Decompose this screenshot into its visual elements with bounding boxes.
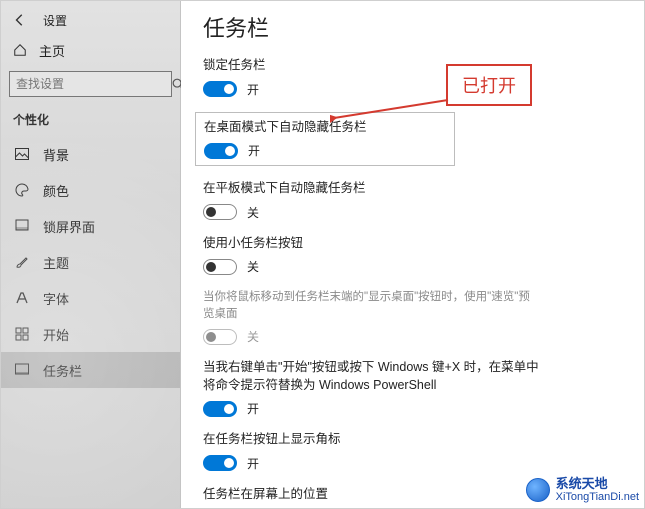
setting-label: 在平板模式下自动隐藏任务栏 — [203, 180, 622, 198]
home-icon — [11, 41, 29, 59]
setting-small-buttons: 使用小任务栏按钮 关 — [203, 235, 622, 276]
watermark-title: 系统天地 — [556, 477, 639, 491]
toggle-state: 关 — [247, 328, 259, 345]
sidebar-item-colors[interactable]: 颜色 — [1, 172, 180, 208]
setting-label: 在任务栏按钮上显示角标 — [203, 431, 622, 449]
toggle-state: 开 — [247, 81, 259, 98]
toggle-small-buttons[interactable] — [203, 259, 237, 275]
setting-badges: 在任务栏按钮上显示角标 开 — [203, 431, 622, 472]
sidebar-item-label: 锁屏界面 — [43, 217, 95, 236]
toggle-state: 关 — [247, 204, 259, 221]
toggle-badges[interactable] — [203, 455, 237, 471]
lockscreen-icon — [13, 217, 31, 235]
sidebar-item-fonts[interactable]: 字体 — [1, 280, 180, 316]
home-label: 主页 — [39, 41, 65, 60]
setting-label: 使用小任务栏按钮 — [203, 235, 622, 253]
toggle-autohide-desktop[interactable] — [204, 143, 238, 159]
category-header: 个性化 — [1, 107, 180, 136]
setting-label: 在桌面模式下自动隐藏任务栏 — [204, 119, 446, 137]
watermark-url: XiTongTianDi.net — [556, 491, 639, 503]
sidebar-item-taskbar[interactable]: 任务栏 — [1, 352, 180, 388]
home-row[interactable]: 主页 — [1, 35, 180, 65]
palette-icon — [13, 181, 31, 199]
image-icon — [13, 145, 31, 163]
sidebar-item-lockscreen[interactable]: 锁屏界面 — [1, 208, 180, 244]
toggle-state: 关 — [247, 258, 259, 275]
setting-desc: 当你将鼠标移动到任务栏末端的"显示桌面"按钮时，使用"速览"预览桌面 — [203, 289, 533, 322]
globe-icon — [526, 478, 550, 502]
sidebar-item-start[interactable]: 开始 — [1, 316, 180, 352]
start-icon — [13, 325, 31, 343]
sidebar-item-label: 字体 — [43, 289, 69, 308]
setting-lock-taskbar: 锁定任务栏 开 — [203, 57, 622, 98]
toggle-powershell[interactable] — [203, 401, 237, 417]
sidebar-item-label: 背景 — [43, 145, 69, 164]
toggle-state: 开 — [248, 142, 260, 159]
brush-icon — [13, 253, 31, 271]
setting-powershell: 当我右键单击"开始"按钮或按下 Windows 键+X 时，在菜单中将命令提示符… — [203, 359, 622, 417]
page-title: 任务栏 — [203, 11, 622, 43]
sidebar-item-themes[interactable]: 主题 — [1, 244, 180, 280]
toggle-lock-taskbar[interactable] — [203, 81, 237, 97]
annotation-callout: 已打开 — [446, 64, 532, 106]
sidebar-item-label: 任务栏 — [43, 361, 82, 380]
font-icon — [13, 289, 31, 307]
sidebar-item-label: 颜色 — [43, 181, 69, 200]
sidebar-item-label: 开始 — [43, 325, 69, 344]
setting-label: 锁定任务栏 — [203, 57, 622, 75]
setting-autohide-desktop: 在桌面模式下自动隐藏任务栏 开 — [195, 112, 455, 167]
settings-sidebar: 设置 主页 个性化 背景 颜色 锁屏界面 主题 — [1, 1, 181, 508]
back-button[interactable]: 设置 — [1, 5, 180, 35]
toggle-peek-desktop — [203, 329, 237, 345]
toggle-state: 开 — [247, 455, 259, 472]
watermark: 系统天地 XiTongTianDi.net — [526, 477, 639, 503]
toggle-autohide-tablet[interactable] — [203, 204, 237, 220]
search-box[interactable] — [9, 71, 172, 97]
search-input[interactable] — [16, 77, 171, 91]
taskbar-icon — [13, 361, 31, 379]
settings-content: 任务栏 锁定任务栏 开 在桌面模式下自动隐藏任务栏 开 在平板模式下自动隐藏任务… — [181, 1, 644, 508]
setting-peek-desktop: 当你将鼠标移动到任务栏末端的"显示桌面"按钮时，使用"速览"预览桌面 关 — [203, 289, 622, 345]
sidebar-item-background[interactable]: 背景 — [1, 136, 180, 172]
setting-autohide-tablet: 在平板模式下自动隐藏任务栏 关 — [203, 180, 622, 221]
sidebar-item-label: 主题 — [43, 253, 69, 272]
setting-label: 当我右键单击"开始"按钮或按下 Windows 键+X 时，在菜单中将命令提示符… — [203, 359, 543, 394]
arrow-left-icon — [11, 11, 29, 29]
toggle-state: 开 — [247, 400, 259, 417]
window-title: 设置 — [39, 12, 67, 29]
